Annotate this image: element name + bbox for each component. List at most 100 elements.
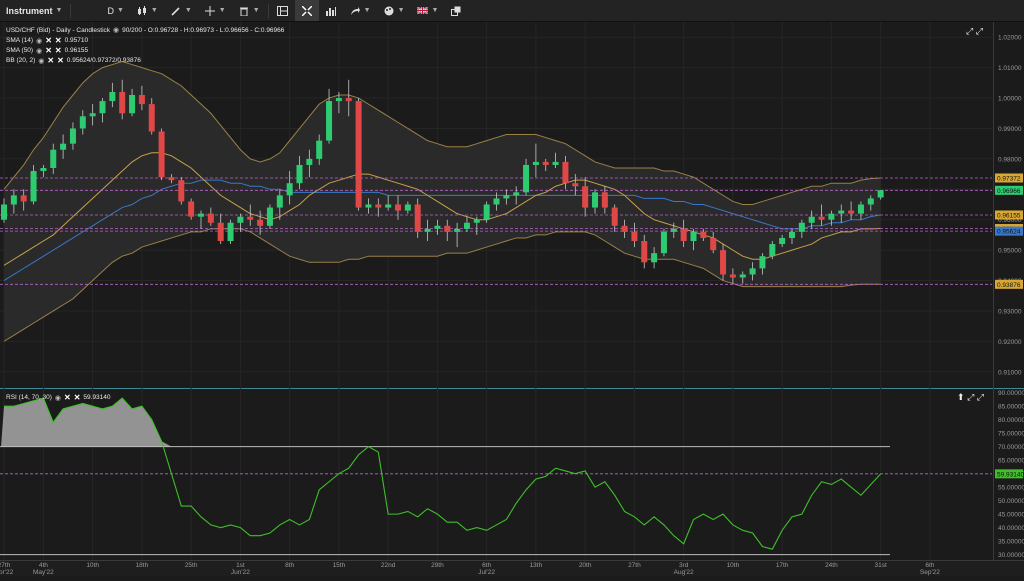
trash-icon [238, 5, 250, 17]
eye-icon[interactable]: ◉ [38, 57, 44, 65]
language-button[interactable]: ▼ [411, 0, 445, 21]
rsi-tick-label: 45.00000 [998, 512, 1024, 519]
candle-body [670, 228, 677, 232]
candle-body [404, 204, 411, 211]
time-tick-sublabel: Apr'22 [0, 569, 14, 576]
share-button[interactable]: ▼ [343, 0, 377, 21]
indicator-name: BB (20, 2) [6, 57, 36, 64]
candle [355, 98, 362, 211]
candle-body [513, 192, 520, 196]
rsi-tick-label: 30.00000 [998, 552, 1024, 559]
candle-body [20, 195, 27, 202]
candle-body [355, 101, 362, 208]
price-tick-label: 0.98000 [998, 156, 1022, 163]
candle-body [89, 113, 96, 117]
chevron-down-icon: ▼ [397, 7, 405, 14]
popout-button[interactable] [444, 0, 468, 21]
settings-icon[interactable]: ✕ [57, 56, 64, 65]
toolbar: Instrument ▼ D ▼ ▼ ▼ ▼ ▼ ▼ ▼ ▼ [0, 0, 1024, 22]
close-icon[interactable]: ✕ [45, 36, 52, 45]
indicator-name: SMA (50) [6, 47, 34, 54]
eye-icon[interactable]: ◉ [36, 47, 42, 55]
candle-body [611, 207, 618, 226]
timeframe-selector[interactable]: D ▼ [101, 0, 129, 21]
rsi-panel-bg [0, 390, 1024, 560]
layout-button[interactable] [271, 0, 295, 21]
eye-icon[interactable]: ◉ [36, 37, 42, 45]
rsi-tick-label: 55.00000 [998, 485, 1024, 492]
chevron-down-icon: ▼ [184, 7, 192, 14]
time-tick-label: 8th [285, 562, 294, 569]
popout-icon [450, 5, 462, 17]
candle-body [385, 204, 392, 208]
candle-body [680, 228, 687, 241]
settings-icon[interactable]: ✕ [55, 46, 62, 55]
price-label-text: 0.96155 [997, 212, 1021, 219]
candle-body [198, 213, 204, 217]
settings-icon[interactable]: ✕ [55, 36, 62, 45]
close-icon[interactable]: ✕ [47, 56, 54, 65]
time-tick-label: 27th [0, 562, 11, 569]
rsi-legend: RSI (14, 70, 30) ◉ ✕ ✕ 59.93140 [6, 393, 111, 402]
candle-body [503, 195, 510, 199]
rsi-panel-controls[interactable]: ⬆ ⤢ ⤢ [957, 392, 984, 403]
maximize-panel-button[interactable]: ⤢ ⤢ [966, 26, 983, 37]
candle-body [276, 195, 283, 208]
measure-tools-button[interactable]: ▼ [198, 0, 232, 21]
time-tick-label: 6th [482, 562, 491, 569]
theme-button[interactable]: ▼ [377, 0, 411, 21]
rsi-value-tag-text: 59.93140 [997, 471, 1024, 478]
rsi-title: RSI (14, 70, 30) [6, 394, 52, 401]
candle-body [779, 237, 786, 245]
candle-body [60, 143, 67, 150]
instrument-selector[interactable]: Instrument ▼ [0, 0, 68, 21]
candle-body [838, 210, 845, 214]
chevron-down-icon: ▼ [431, 7, 439, 14]
candle-body [473, 219, 480, 223]
eye-icon[interactable]: ◉ [55, 394, 61, 402]
palette-icon [383, 5, 395, 17]
main-chart-legend: USD/CHF (Bid) - Daily - Candlestick ◉ 90… [6, 26, 284, 35]
candle-body [335, 98, 342, 102]
candle-body [148, 104, 155, 132]
rsi-tick-label: 80.00000 [998, 417, 1024, 424]
candle-body [739, 274, 746, 278]
candle-body [651, 253, 658, 263]
chart-area[interactable]: 1.020001.010001.000000.990000.980000.970… [0, 22, 1024, 576]
candle-body [690, 231, 697, 241]
candle-body [395, 204, 401, 211]
candle-body [454, 228, 461, 232]
price-tick-label: 0.92000 [998, 339, 1022, 346]
time-tick-label: 1st [236, 562, 245, 569]
close-icon[interactable]: ✕ [45, 46, 52, 55]
indicators-button[interactable] [319, 0, 343, 21]
candle-body [138, 95, 145, 105]
chart-type-button[interactable]: ▼ [130, 0, 164, 21]
candle-body [720, 250, 727, 275]
drawing-tools-button[interactable]: ▼ [164, 0, 198, 21]
close-icon[interactable]: ✕ [64, 393, 71, 402]
candle-body [424, 228, 431, 232]
candle [660, 228, 667, 257]
chart-svg[interactable]: 1.020001.010001.000000.990000.980000.970… [0, 22, 1024, 576]
candle [158, 128, 165, 181]
delete-tools-button[interactable]: ▼ [232, 0, 266, 21]
candle-body [828, 213, 835, 220]
price-tick-label: 0.91000 [998, 369, 1022, 376]
candle [227, 219, 234, 245]
share-icon [349, 5, 361, 17]
candle-body [729, 274, 736, 278]
candle-body [79, 116, 86, 129]
chevron-down-icon: ▼ [218, 7, 226, 14]
candle-body [326, 101, 333, 141]
eye-icon[interactable]: ◉ [113, 26, 119, 34]
settings-icon[interactable]: ✕ [74, 393, 81, 402]
expand-arrows-icon: ⤢ [966, 26, 974, 36]
candle-body [30, 171, 37, 202]
candle-body [818, 216, 825, 220]
instrument-title: USD/CHF (Bid) - Daily - Candlestick [6, 26, 111, 34]
candle-body [109, 91, 116, 102]
uk-flag-icon [417, 5, 429, 17]
time-tick-sublabel: Jun'22 [231, 569, 250, 576]
crosshair-mode-button[interactable] [294, 0, 319, 21]
